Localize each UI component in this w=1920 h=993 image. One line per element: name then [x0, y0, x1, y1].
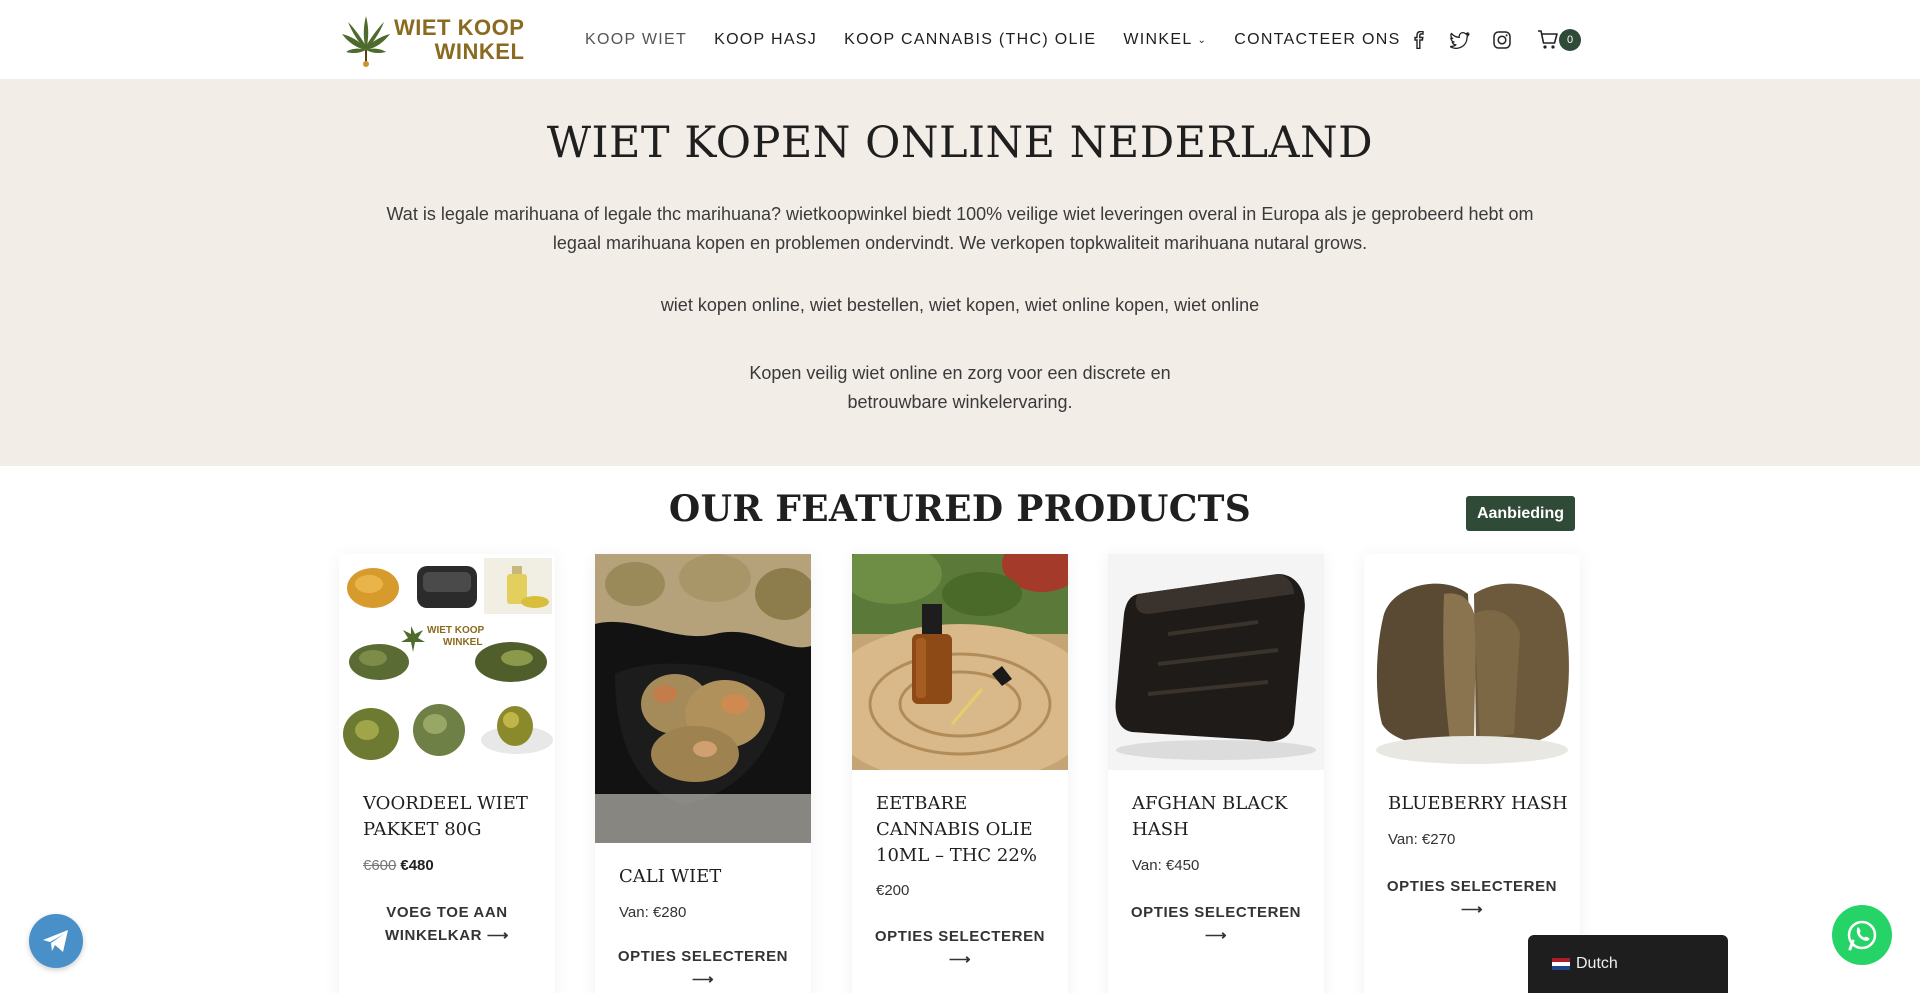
- product-card[interactable]: CALI WIET Van: €280 OPTIES SELECTEREN ⟶: [595, 554, 811, 993]
- product-price: €600 €480: [363, 857, 434, 874]
- hero-section: WIET KOPEN ONLINE NEDERLAND Wat is legal…: [0, 80, 1920, 466]
- whatsapp-icon: [1847, 920, 1877, 951]
- product-price: Van: €450: [1132, 857, 1200, 874]
- logo-line-2: WINKEL: [434, 39, 525, 64]
- select-options-button[interactable]: OPTIES SELECTEREN ⟶: [862, 925, 1058, 971]
- twitter-link[interactable]: [1450, 0, 1470, 80]
- product-title[interactable]: BLUEBERRY HASH: [1388, 791, 1568, 817]
- add-to-cart-button[interactable]: VOEG TOE AAN WINKELKAR ⟶: [349, 901, 545, 947]
- cannabis-leaf-icon: [342, 16, 390, 67]
- product-title[interactable]: AFGHAN BLACK HASH: [1132, 791, 1312, 843]
- instagram-link[interactable]: [1492, 0, 1512, 80]
- product-price: Van: €280: [619, 904, 687, 921]
- product-title[interactable]: EETBARE CANNABIS OLIE 10ML – THC 22%: [876, 791, 1056, 869]
- logo-line-1: WIET KOOP: [394, 15, 525, 40]
- language-switcher[interactable]: Dutch: [1528, 935, 1728, 993]
- sale-price: €480: [400, 857, 434, 874]
- twitter-icon: [1450, 30, 1470, 50]
- hero-paragraph-1: Wat is legale marihuana of legale thc ma…: [386, 204, 1534, 253]
- featured-products-title: OUR FEATURED PRODUCTS: [668, 488, 1252, 530]
- nav-label: CONTACTEER ONS: [1234, 31, 1401, 48]
- nav-koop-cannabis-olie[interactable]: KOOP CANNABIS (THC) OLIE: [844, 31, 1096, 49]
- language-label: Dutch: [1576, 955, 1618, 972]
- facebook-link[interactable]: [1409, 0, 1429, 80]
- product-title[interactable]: CALI WIET: [619, 864, 799, 890]
- netherlands-flag-icon: [1552, 958, 1570, 970]
- facebook-icon: [1409, 30, 1429, 50]
- page-title: WIET KOPEN ONLINE NEDERLAND: [546, 118, 1374, 168]
- product-image[interactable]: [1364, 554, 1580, 770]
- hero-paragraph-3: Kopen veilig wiet online en zorg voor ee…: [749, 363, 1171, 412]
- whatsapp-button[interactable]: [1832, 905, 1892, 965]
- product-image[interactable]: [1108, 554, 1324, 770]
- nav-label: KOOP HASJ: [714, 31, 818, 48]
- product-card[interactable]: EETBARE CANNABIS OLIE 10ML – THC 22% €20…: [852, 554, 1068, 993]
- hero-paragraph-2: wiet kopen online, wiet bestellen, wiet …: [660, 295, 1260, 315]
- nav-label: WINKEL: [1123, 31, 1193, 48]
- logo-text: WIET KOOP WINKEL: [394, 16, 524, 64]
- nav-koop-hasj[interactable]: KOOP HASJ: [714, 31, 817, 49]
- product-card[interactable]: AFGHAN BLACK HASH Van: €450 OPTIES SELEC…: [1108, 554, 1324, 993]
- nav-winkel[interactable]: WINKEL ⌄: [1123, 31, 1207, 49]
- cart-count-badge: 0: [1559, 29, 1581, 51]
- telegram-icon: [43, 930, 68, 952]
- site-header: WIET KOOP WINKEL KOOP WIET KOOP HASJ KOO…: [0, 0, 1920, 80]
- svg-text:WIET KOOP: WIET KOOP: [427, 625, 485, 636]
- nav-contacteer-ons[interactable]: CONTACTEER ONS: [1234, 31, 1400, 49]
- product-image[interactable]: [852, 554, 1068, 770]
- sale-badge: Aanbieding: [1466, 496, 1575, 531]
- instagram-icon: [1492, 30, 1512, 50]
- cart-button[interactable]: 0: [1537, 27, 1581, 53]
- cart-icon: [1538, 30, 1558, 49]
- product-image[interactable]: WIET KOOP WINKEL: [339, 554, 555, 770]
- select-options-button[interactable]: OPTIES SELECTEREN ⟶: [1374, 875, 1570, 921]
- product-card[interactable]: WIET KOOP WINKEL VOORDEEL WIET PAKKET 80…: [339, 554, 555, 993]
- site-logo[interactable]: WIET KOOP WINKEL: [340, 10, 540, 70]
- nav-koop-wiet[interactable]: KOOP WIET: [585, 31, 687, 49]
- product-title[interactable]: VOORDEEL WIET PAKKET 80G: [363, 791, 543, 843]
- select-options-button[interactable]: OPTIES SELECTEREN ⟶: [605, 945, 801, 991]
- product-card[interactable]: BLUEBERRY HASH Van: €270 OPTIES SELECTER…: [1364, 554, 1580, 993]
- svg-text:WINKEL: WINKEL: [443, 637, 482, 648]
- product-price: €200: [876, 882, 910, 899]
- product-image[interactable]: [595, 554, 811, 843]
- telegram-button[interactable]: [29, 914, 83, 968]
- nav-label: KOOP CANNABIS (THC) OLIE: [844, 31, 1097, 48]
- select-options-button[interactable]: OPTIES SELECTEREN ⟶: [1118, 901, 1314, 947]
- main-nav: KOOP WIET KOOP HASJ KOOP CANNABIS (THC) …: [585, 0, 1428, 80]
- old-price: €600: [363, 857, 397, 874]
- chevron-down-icon: ⌄: [1197, 34, 1208, 46]
- nav-label: KOOP WIET: [585, 31, 688, 48]
- product-price: Van: €270: [1388, 831, 1456, 848]
